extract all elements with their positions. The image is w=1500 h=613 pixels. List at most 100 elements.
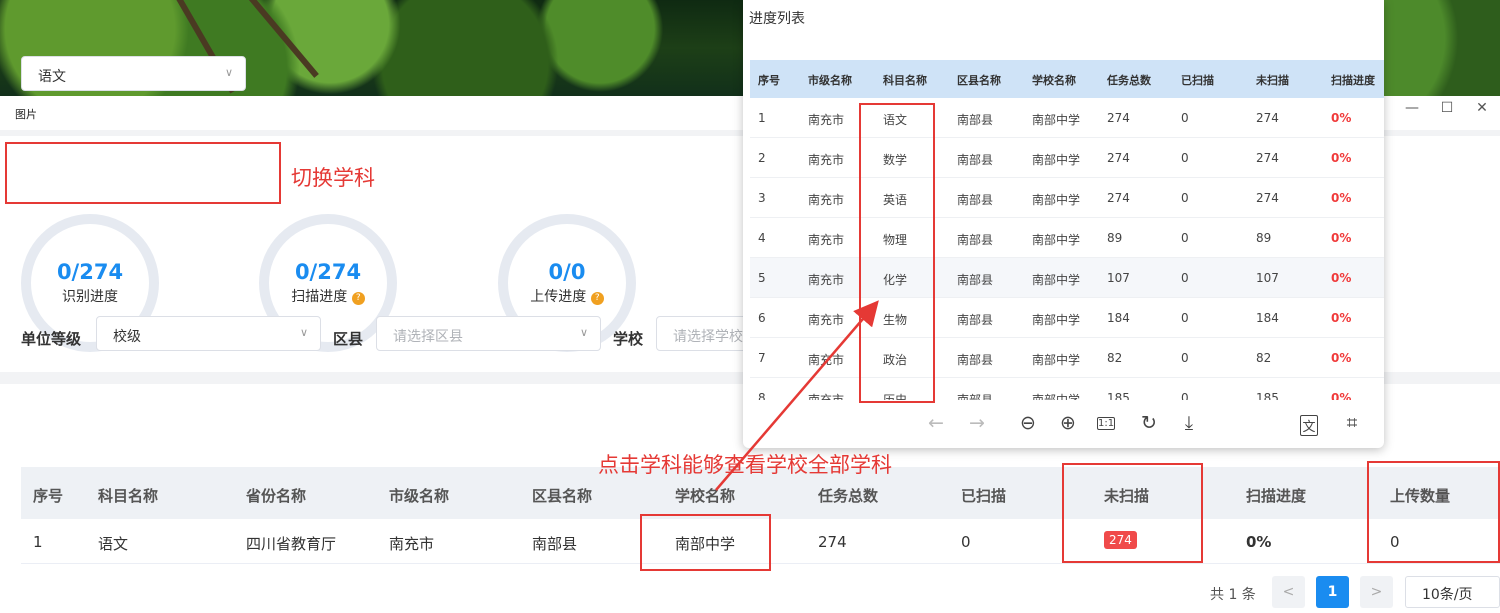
header-cell: 省份名称 — [246, 487, 307, 505]
page-size-select[interactable]: 10条/页 — [1405, 576, 1500, 608]
popup-cell: 南部县 — [957, 353, 994, 367]
city-cell: 南充市 — [389, 535, 435, 553]
header-cell: 科目名称 — [98, 487, 159, 505]
popup-cell: 0 — [1181, 151, 1189, 165]
header-cell: 区县名称 — [957, 74, 1001, 87]
popup-cell: 274 — [1256, 111, 1279, 125]
popup-cell: 0 — [1181, 391, 1189, 400]
download-icon[interactable]: ⤓ — [1177, 412, 1201, 434]
popup-cell: 南部县 — [957, 233, 994, 247]
popup-cell: 1 — [758, 111, 766, 125]
help-icon[interactable]: ? — [590, 292, 604, 305]
scanned-link[interactable]: 0 — [961, 533, 971, 551]
popup-cell: 南部中学 — [1032, 393, 1081, 400]
annotation-box-unscanned — [1062, 463, 1203, 563]
popup-cell: 0% — [1331, 311, 1352, 325]
popup-cell: 南充市 — [808, 153, 845, 167]
popup-cell: 107 — [1256, 271, 1279, 285]
popup-cell: 0 — [1181, 311, 1189, 325]
popup-cell: 南部县 — [957, 113, 994, 127]
annotation-box-subjects — [859, 103, 935, 403]
popup-cell: 南部中学 — [1032, 153, 1081, 167]
next-image-icon[interactable]: → — [965, 412, 989, 434]
window-title: 图片 — [15, 108, 37, 121]
popup-table-row: 5 南充市 化学 南部县 南部中学 107 0 107 0% — [750, 258, 1384, 298]
popup-cell: 南充市 — [808, 393, 845, 400]
popup-cell: 南部县 — [957, 153, 994, 167]
popup-cell: 0% — [1331, 351, 1352, 365]
header-cell: 序号 — [33, 487, 64, 505]
popup-cell: 274 — [1107, 191, 1130, 205]
popup-cell: 3 — [758, 191, 766, 205]
ring-value: 0/0 — [548, 260, 586, 284]
popup-cell: 274 — [1256, 151, 1279, 165]
subject-select[interactable]: 语文 ∨ — [21, 56, 246, 91]
help-icon[interactable]: ? — [351, 292, 365, 305]
popup-cell: 南部县 — [957, 393, 994, 400]
header-cell: 扫描进度 — [1246, 487, 1307, 505]
popup-cell: 南充市 — [808, 313, 845, 327]
annotation-switch-subject: 切换学科 — [291, 166, 375, 190]
province-cell: 四川省教育厅 — [246, 535, 337, 553]
annotation-box-subject — [5, 142, 281, 204]
header-cell: 区县名称 — [532, 487, 593, 505]
maximize-icon[interactable]: ☐ — [1437, 100, 1457, 116]
county-cell: 南部县 — [532, 535, 578, 553]
branch-decoration — [237, 0, 319, 78]
county-label: 区县 — [333, 330, 364, 348]
county-select[interactable]: 请选择区县 ∨ — [376, 316, 601, 351]
popup-cell: 0 — [1181, 351, 1189, 365]
popup-cell: 南部县 — [957, 273, 994, 287]
zoom-out-icon[interactable]: ⊖ — [1016, 412, 1040, 434]
header-cell: 未扫描 — [1256, 74, 1289, 87]
popup-table-row: 3 南充市 英语 南部县 南部中学 274 0 274 0% — [750, 178, 1384, 218]
chevron-down-icon: ∨ — [224, 66, 233, 79]
popup-cell: 南充市 — [808, 233, 845, 247]
popup-cell: 南部县 — [957, 193, 994, 207]
popup-cell: 107 — [1107, 271, 1130, 285]
popup-cell: 南充市 — [808, 353, 845, 367]
zoom-in-icon[interactable]: ⊕ — [1056, 412, 1080, 434]
popup-cell: 0% — [1331, 231, 1352, 245]
rotate-icon[interactable]: ↻ — [1137, 412, 1161, 434]
prev-page-button[interactable]: < — [1272, 576, 1305, 608]
ring-label: 上传进度 ? — [508, 286, 626, 306]
popup-cell: 0% — [1331, 191, 1352, 205]
popup-cell: 82 — [1107, 351, 1123, 365]
popup-cell: 184 — [1107, 311, 1130, 325]
popup-cell: 南充市 — [808, 273, 845, 287]
annotation-box-upload — [1367, 461, 1500, 563]
popup-cell: 5 — [758, 271, 766, 285]
popup-table: 序号 市级名称 科目名称 区县名称 学校名称 任务总数 已扫描 未扫描 扫描进度… — [750, 60, 1384, 400]
popup-cell: 6 — [758, 311, 766, 325]
popup-cell: 7 — [758, 351, 766, 365]
minimize-icon[interactable]: — — [1402, 100, 1422, 116]
ring-value: 0/274 — [56, 260, 124, 284]
popup-cell: 89 — [1107, 231, 1123, 245]
header-cell: 扫描进度 — [1331, 74, 1375, 87]
popup-cell: 4 — [758, 231, 766, 245]
next-page-button[interactable]: > — [1360, 576, 1393, 608]
header-cell: 科目名称 — [883, 74, 927, 87]
popup-table-row: 4 南充市 物理 南部县 南部中学 89 0 89 0% — [750, 218, 1384, 258]
prev-image-icon[interactable]: ← — [924, 412, 948, 434]
translate-icon[interactable]: 文 — [1300, 415, 1318, 436]
ring-label: 识别进度 — [62, 289, 118, 305]
actual-size-icon[interactable]: 1:1 — [1097, 417, 1115, 430]
close-icon[interactable]: ✕ — [1472, 100, 1492, 116]
popup-cell: 274 — [1107, 151, 1130, 165]
unit-level-select[interactable]: 校级 ∨ — [96, 316, 321, 351]
annotation-box-school — [640, 514, 771, 571]
popup-table-row: 7 南充市 政治 南部县 南部中学 82 0 82 0% — [750, 338, 1384, 378]
pagination-total: 共 1 条 — [1210, 587, 1256, 603]
popup-cell: 南充市 — [808, 113, 845, 127]
popup-cell: 南部中学 — [1032, 233, 1081, 247]
popup-cell: 2 — [758, 151, 766, 165]
popup-cell: 南部中学 — [1032, 313, 1081, 327]
popup-table-header: 序号 市级名称 科目名称 区县名称 学校名称 任务总数 已扫描 未扫描 扫描进度 — [750, 60, 1384, 98]
popup-cell: 0% — [1331, 111, 1352, 125]
ocr-scan-icon[interactable]: ⌗ — [1340, 412, 1364, 434]
page-1-button[interactable]: 1 — [1316, 576, 1349, 608]
subject-select-value: 语文 — [38, 69, 66, 85]
popup-cell: 0 — [1181, 231, 1189, 245]
